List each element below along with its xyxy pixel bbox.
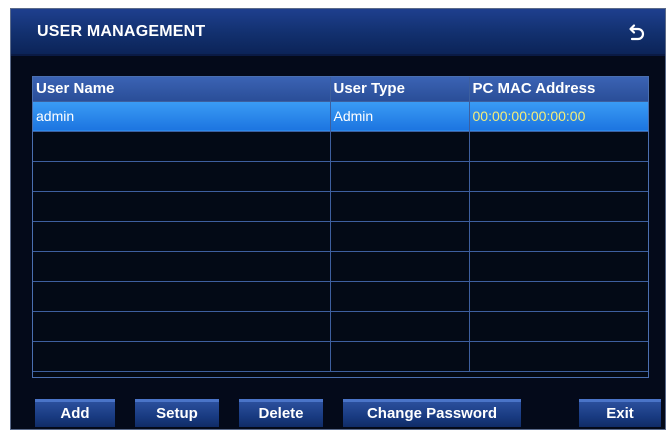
cell-user-name (33, 191, 330, 222)
cell-user-type: Admin (329, 101, 469, 132)
cell-mac-address (468, 191, 648, 222)
table-row[interactable] (33, 251, 648, 282)
cell-user-type (329, 281, 469, 312)
cell-user-type (329, 161, 469, 192)
setup-button[interactable]: Setup (135, 399, 219, 427)
button-bar: Add Setup Delete Change Password Exit (11, 399, 665, 429)
cell-mac-address (468, 221, 648, 252)
table-row[interactable] (33, 221, 648, 252)
cell-user-name (33, 251, 330, 282)
cell-user-name: admin (33, 101, 330, 132)
cell-user-type (329, 221, 469, 252)
cell-user-name (33, 131, 330, 162)
cell-user-type (329, 341, 469, 372)
cell-user-name (33, 311, 330, 342)
delete-button[interactable]: Delete (239, 399, 323, 427)
cell-mac-address: 00:00:00:00:00:00 (468, 101, 648, 132)
column-header-user-type[interactable]: User Type (329, 77, 469, 102)
cell-user-type (329, 191, 469, 222)
exit-button[interactable]: Exit (579, 399, 661, 427)
cell-user-type (329, 131, 469, 162)
table-row[interactable] (33, 131, 648, 162)
table-header-row: User Name User Type PC MAC Address (33, 77, 648, 102)
cell-mac-address (468, 161, 648, 192)
table-row[interactable] (33, 191, 648, 222)
cell-mac-address (468, 311, 648, 342)
return-arrow-icon[interactable] (625, 22, 647, 44)
table-row[interactable]: admin Admin 00:00:00:00:00:00 (33, 101, 648, 132)
page-title: USER MANAGEMENT (37, 23, 206, 40)
cell-user-name (33, 161, 330, 192)
add-button[interactable]: Add (35, 399, 115, 427)
cell-mac-address (468, 251, 648, 282)
cell-user-name (33, 341, 330, 372)
column-header-user-name[interactable]: User Name (33, 77, 330, 102)
title-bar: USER MANAGEMENT (11, 9, 665, 56)
user-management-window: USER MANAGEMENT User Name User Type PC M… (10, 8, 666, 430)
table-row[interactable] (33, 311, 648, 342)
cell-user-name (33, 221, 330, 252)
column-header-mac-address[interactable]: PC MAC Address (468, 77, 648, 102)
cell-user-type (329, 251, 469, 282)
cell-mac-address (468, 341, 648, 372)
cell-user-name (33, 281, 330, 312)
cell-mac-address (468, 131, 648, 162)
user-table: User Name User Type PC MAC Address admin… (32, 76, 649, 378)
cell-user-type (329, 311, 469, 342)
table-row[interactable] (33, 161, 648, 192)
table-row[interactable] (33, 281, 648, 312)
change-password-button[interactable]: Change Password (343, 399, 521, 427)
table-row[interactable] (33, 341, 648, 372)
cell-mac-address (468, 281, 648, 312)
